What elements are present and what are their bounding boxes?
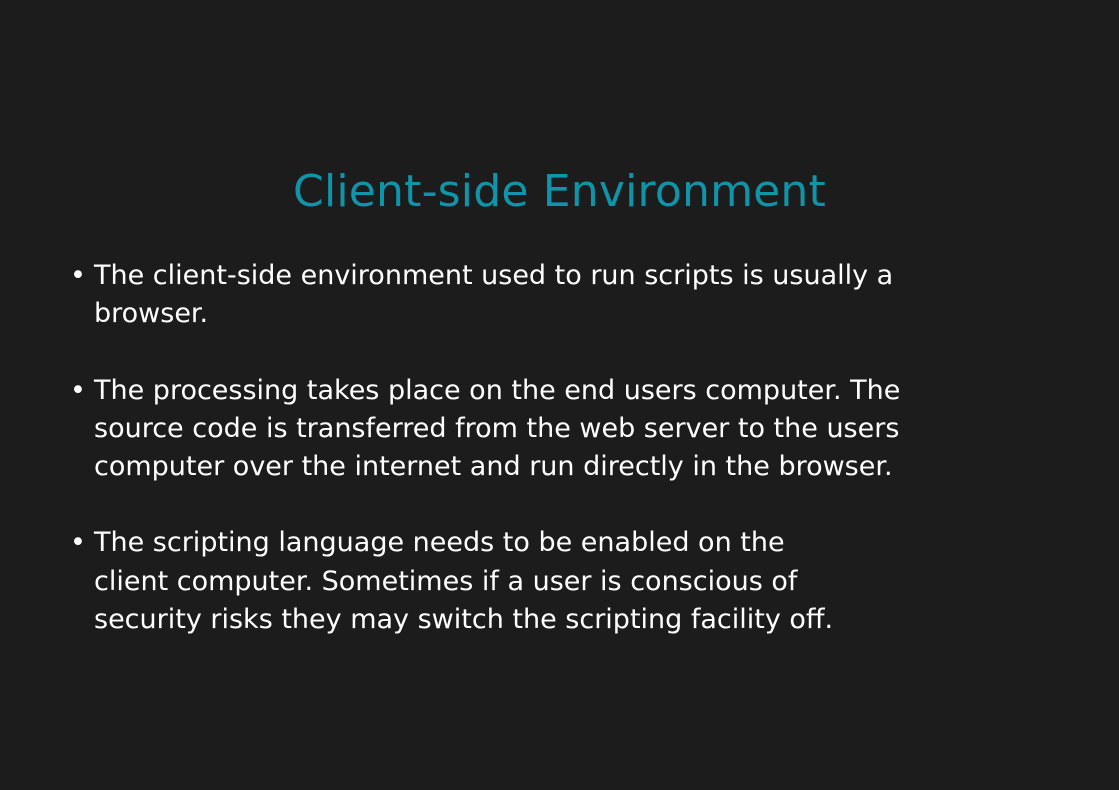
- bullet-text-line: security risks they may switch the scrip…: [94, 604, 834, 636]
- bullet-dot-icon: •: [70, 527, 86, 559]
- bullet-item: • The client-side environment used to ru…: [64, 257, 1054, 334]
- bullet-text-line: computer over the internet and run direc…: [94, 451, 893, 483]
- bullet-item: • The scripting language needs to be ena…: [64, 524, 1054, 639]
- bullet-dot-icon: •: [70, 260, 86, 291]
- slide-title: Client-side Environment: [293, 166, 826, 217]
- bullet-text-line: The client-side environment used to run …: [94, 260, 894, 291]
- bullet-text-line: browser.: [94, 298, 209, 330]
- slide: Client-side Environment • The client-sid…: [0, 0, 1119, 790]
- bullet-text-line: source code is transferred from the web …: [94, 412, 900, 444]
- bullet-text-line: The scripting language needs to be enabl…: [94, 527, 785, 559]
- bullet-dot-icon: •: [70, 374, 86, 406]
- bullet-list: • The client-side environment used to ru…: [64, 257, 1054, 677]
- bullet-text-line: The processing takes place on the end us…: [94, 374, 901, 406]
- bullet-text-line: client computer. Sometimes if a user is …: [94, 565, 798, 597]
- bullet-item: • The processing takes place on the end …: [64, 372, 1054, 487]
